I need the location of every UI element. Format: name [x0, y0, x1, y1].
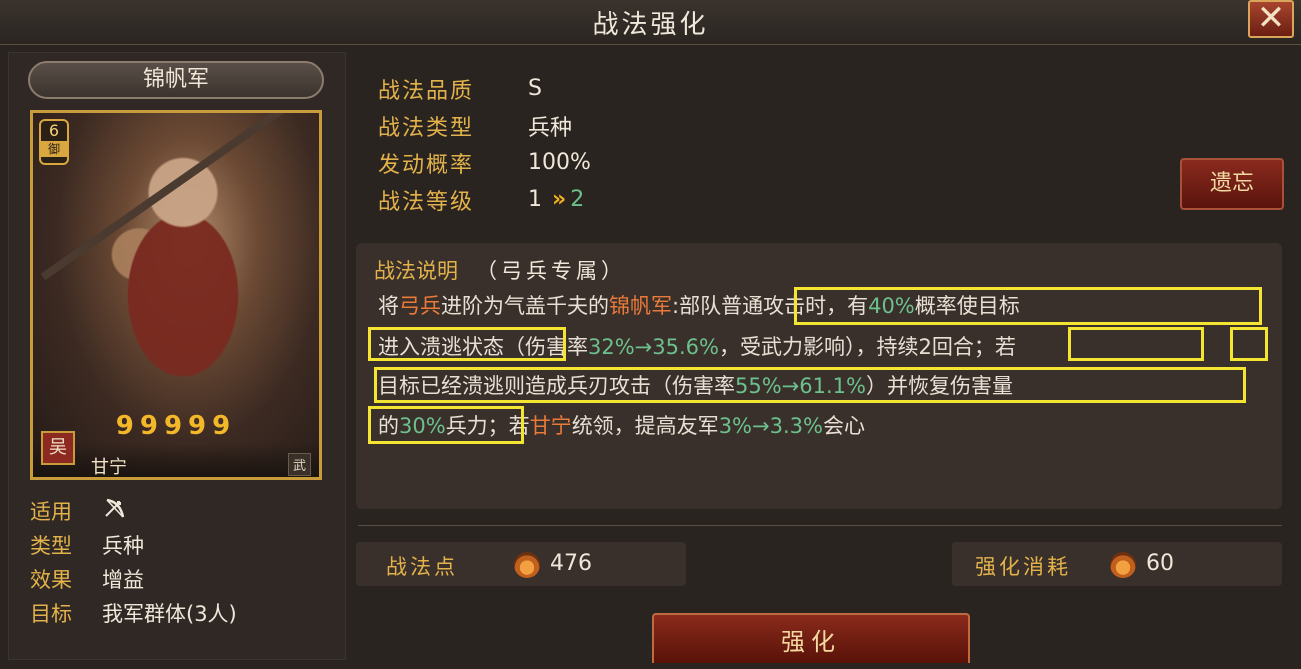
annotation-box [1230, 327, 1268, 361]
annotation-box [374, 367, 1246, 403]
tactic-points-label: 战法点 [386, 555, 458, 579]
attr-value: 兵种 [102, 534, 144, 558]
info-row-type: 战法类型 兵种 [378, 107, 591, 144]
general-card[interactable]: 6 御 99999 吴 甘宁 武 [30, 110, 322, 480]
desc-text: 进阶为气盖千夫的 [441, 294, 609, 318]
attr-row-applicable: 适用 [30, 494, 237, 528]
info-row-quality: 战法品质 S [378, 70, 591, 107]
general-type-badge: 武 [287, 453, 311, 476]
faction-badge: 吴 [41, 431, 75, 465]
enhance-cost-label: 强化消耗 [975, 555, 1071, 579]
description-title: 战法说明 [374, 259, 458, 283]
attr-key: 效果 [30, 568, 72, 592]
level-next: 2 [570, 187, 585, 212]
flame-icon [1110, 552, 1136, 578]
annotation-box [1068, 327, 1204, 361]
attr-key: 适用 [30, 500, 72, 524]
annotation-box [368, 327, 566, 361]
desc-value: 3%→3.3% [718, 414, 823, 438]
tactic-points-value: 476 [550, 551, 592, 576]
attribute-list: 适用 类型 兵种 效果 增益 目标 我军群体(3人) [30, 494, 237, 630]
info-key: 战法等级 [378, 189, 475, 215]
attr-key: 目标 [30, 602, 72, 626]
attr-value [102, 496, 128, 527]
desc-value: 32%→35.6% [588, 335, 719, 359]
forget-button[interactable]: 遗忘 [1180, 158, 1284, 210]
info-key: 发动概率 [378, 152, 475, 178]
quality-value: S [528, 76, 542, 101]
title-bar: 战法强化 ✕ [0, 0, 1301, 45]
info-key: 战法品质 [378, 78, 475, 104]
description-heading: 战法说明 （弓兵专属） [374, 255, 626, 285]
level-up-arrow-icon: » [552, 187, 566, 212]
attr-row-type: 类型 兵种 [30, 528, 237, 562]
desc-keyword: 弓兵 [399, 294, 441, 318]
description-subtitle: （弓兵专属） [476, 259, 626, 283]
rate-value: 100% [528, 150, 591, 175]
level-current: 1 [528, 187, 542, 212]
annotation-box [794, 287, 1262, 325]
tactic-info: 战法品质 S 战法类型 兵种 发动概率 100% 战法等级 1 » 2 [378, 70, 591, 218]
enhance-cost-value: 60 [1146, 551, 1174, 576]
desc-text: 会心 [822, 414, 865, 438]
desc-text: 统领，提高友军 [571, 414, 719, 438]
attr-row-effect: 效果 增益 [30, 562, 237, 596]
desc-keyword: 甘宁 [529, 414, 572, 438]
annotation-box [368, 406, 524, 444]
info-row-rate: 发动概率 100% [378, 144, 591, 181]
type-value: 兵种 [528, 115, 573, 141]
cost-badge: 6 御 [39, 119, 69, 165]
desc-text: ，受武力影响），持续2回合；若 [718, 335, 1016, 359]
bow-icon [105, 498, 125, 518]
flame-icon [514, 552, 540, 578]
desc-keyword: 锦帆军 [609, 294, 672, 318]
divider [358, 525, 1282, 526]
info-key: 战法类型 [378, 115, 475, 141]
desc-text: 将 [378, 294, 399, 318]
troop-type-badge: 御 [41, 141, 67, 157]
page-title: 战法强化 [592, 10, 709, 40]
general-name: 甘宁 [91, 457, 127, 478]
attr-value: 增益 [102, 568, 144, 592]
enhance-button[interactable]: 强化 [652, 613, 970, 663]
star-rating: 99999 [115, 411, 237, 441]
card-bottom-shade [33, 443, 319, 477]
attr-value: 我军群体(3人) [102, 602, 237, 626]
attr-key: 类型 [30, 534, 72, 558]
attr-row-target: 目标 我军群体(3人) [30, 596, 237, 630]
close-button[interactable]: ✕ [1248, 0, 1294, 38]
info-row-level: 战法等级 1 » 2 [378, 181, 591, 218]
tactic-name-plate: 锦帆军 [28, 61, 324, 99]
cost-number: 6 [48, 121, 60, 140]
